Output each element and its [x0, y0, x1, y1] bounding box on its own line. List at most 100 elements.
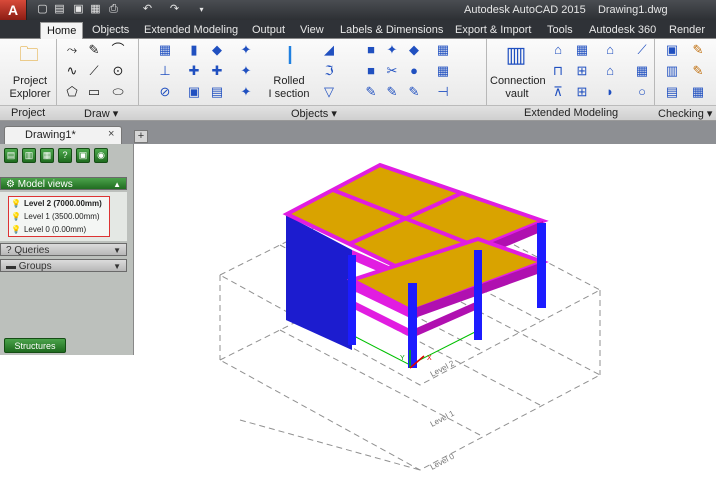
- tab-view[interactable]: View: [300, 22, 324, 39]
- panel-objects-label[interactable]: Objects ▾: [291, 107, 337, 120]
- tab-home[interactable]: Home: [40, 22, 84, 39]
- structures-tab[interactable]: Structures: [4, 338, 66, 353]
- channel-icon[interactable]: ℑ: [321, 63, 337, 79]
- bend-icon[interactable]: ◆: [406, 42, 422, 58]
- check-tools-icon[interactable]: ✎: [690, 42, 706, 58]
- spiral-icon[interactable]: ⟋: [634, 42, 650, 58]
- portal-frame-icon[interactable]: ⊞: [574, 63, 590, 79]
- document-tab[interactable]: Drawing1* ×: [4, 126, 122, 144]
- polyline-icon[interactable]: ⤳: [64, 42, 80, 58]
- new-icon[interactable]: ▢: [36, 3, 49, 16]
- tab-objects[interactable]: Objects: [92, 22, 129, 39]
- connection-vault-icon[interactable]: ▥: [504, 41, 528, 69]
- hatch-icon[interactable]: ✎: [86, 42, 102, 58]
- project-explorer-icon[interactable]: 🗀: [17, 43, 41, 67]
- rolled-i-section-button[interactable]: Rolled I section: [265, 75, 313, 101]
- tab-export-import[interactable]: Export & Import: [455, 22, 531, 39]
- level-item-1[interactable]: 💡 Level 1 (3500.00mm): [11, 212, 100, 221]
- truss-icon[interactable]: ▦: [574, 42, 590, 58]
- grating-icon[interactable]: ▦: [435, 42, 451, 58]
- funnel-icon[interactable]: ▽: [321, 84, 337, 100]
- save-icon[interactable]: ▣: [72, 3, 85, 16]
- check-icon[interactable]: ▣: [664, 42, 680, 58]
- redo-icon[interactable]: ↷: [168, 3, 181, 16]
- collision-icon[interactable]: ▥: [664, 63, 680, 79]
- panel-extended-label[interactable]: Extended Modeling: [524, 107, 618, 119]
- house-icon[interactable]: ⌂: [602, 42, 618, 58]
- palette-view-icon[interactable]: ◉: [94, 148, 108, 163]
- panel-draw-label[interactable]: Draw ▾: [84, 107, 118, 120]
- connection-vault-button[interactable]: Connection vault: [490, 75, 546, 101]
- groups-header[interactable]: ▬ Groups ▼: [0, 259, 127, 272]
- undo-icon[interactable]: ↶: [141, 3, 154, 16]
- saveas-icon[interactable]: ▦: [89, 3, 102, 16]
- bolt-icon[interactable]: ✦: [238, 84, 254, 100]
- queries-header[interactable]: ? Queries ▼: [0, 243, 127, 256]
- ellipse-icon[interactable]: ⬭: [110, 84, 126, 100]
- spline-icon[interactable]: ∿: [64, 63, 80, 79]
- palette-new-icon[interactable]: ▤: [4, 148, 18, 163]
- tab-output[interactable]: Output: [252, 22, 285, 39]
- print-icon[interactable]: ⎙: [107, 3, 120, 16]
- plate-icon[interactable]: ✦: [238, 63, 254, 79]
- level-icon[interactable]: ⊥: [157, 63, 173, 79]
- marker-icon[interactable]: ▤: [664, 84, 680, 100]
- polygon-icon[interactable]: ⬠: [64, 84, 80, 100]
- close-icon[interactable]: ×: [108, 128, 114, 140]
- audit-icon[interactable]: ✎: [690, 63, 706, 79]
- line-icon[interactable]: ⟋: [86, 63, 102, 79]
- tab-tools[interactable]: Tools: [547, 22, 573, 39]
- joint-icon[interactable]: ▤: [209, 84, 225, 100]
- tab-autodesk-360[interactable]: Autodesk 360: [589, 22, 656, 39]
- rectangle-icon[interactable]: ▭: [86, 84, 102, 100]
- shorten-icon[interactable]: ✎: [406, 84, 422, 100]
- application-menu-button[interactable]: A: [0, 0, 27, 20]
- ring-icon[interactable]: ○: [634, 84, 650, 100]
- tab-extended-modeling[interactable]: Extended Modeling: [144, 22, 238, 39]
- open-icon[interactable]: ▤: [53, 3, 66, 16]
- column-icon[interactable]: ▮: [186, 42, 202, 58]
- portal-icon[interactable]: ⊓: [550, 63, 566, 79]
- frame-icon[interactable]: ⌂: [550, 42, 566, 58]
- tab-labels-dimensions[interactable]: Labels & Dimensions: [340, 22, 443, 39]
- plate-2-icon[interactable]: ■: [363, 63, 379, 79]
- model-views-header[interactable]: ⚙ Model views ▲: [0, 177, 127, 190]
- drawing-viewport[interactable]: Level 2 Level 1 Level 0 Y X: [135, 144, 716, 477]
- section-icon[interactable]: ▣: [186, 84, 202, 100]
- panel-project-label[interactable]: Project: [11, 107, 45, 119]
- palette-copy-icon[interactable]: ▦: [40, 148, 54, 163]
- dropdown-icon[interactable]: ▾: [195, 3, 208, 16]
- rolled-i-section-icon[interactable]: I: [275, 41, 305, 69]
- hole-icon[interactable]: ●: [406, 63, 422, 79]
- model-check-icon[interactable]: ▦: [690, 84, 706, 100]
- splice-icon[interactable]: ⊣: [435, 84, 451, 100]
- stiffener-icon[interactable]: ✚: [209, 63, 225, 79]
- grid-2-icon[interactable]: ▦: [634, 63, 650, 79]
- new-tab-button[interactable]: +: [134, 130, 148, 143]
- circle-icon[interactable]: ⊙: [110, 63, 126, 79]
- shear-icon[interactable]: ✦: [384, 42, 400, 58]
- panel-checking-label[interactable]: Checking ▾: [658, 107, 712, 120]
- beam-icon[interactable]: ◆: [209, 42, 225, 58]
- grating-2-icon[interactable]: ▦: [435, 63, 451, 79]
- cylinder-icon[interactable]: ◗: [602, 84, 618, 100]
- stair-icon[interactable]: ⊼: [550, 84, 566, 100]
- level-item-0[interactable]: 💡 Level 0 (0.00mm): [11, 225, 86, 234]
- palette-edit-icon[interactable]: ▥: [22, 148, 36, 163]
- palette-help-icon[interactable]: ?: [58, 148, 72, 163]
- purlin-icon[interactable]: ✚: [186, 63, 202, 79]
- arc-icon[interactable]: ⌒: [110, 42, 126, 58]
- cladding-icon[interactable]: ⌂: [602, 63, 618, 79]
- palette-camera-icon[interactable]: ▣: [76, 148, 90, 163]
- contour-icon[interactable]: ✎: [384, 84, 400, 100]
- brace-icon[interactable]: ✦: [238, 42, 254, 58]
- railing-icon[interactable]: ⊞: [574, 84, 590, 100]
- plate-rect-icon[interactable]: ■: [363, 42, 379, 58]
- grid-icon[interactable]: ▦: [157, 42, 173, 58]
- welded-beam-icon[interactable]: ◢: [321, 42, 337, 58]
- project-explorer-button[interactable]: Project Explorer: [8, 75, 52, 101]
- weld-icon[interactable]: ✎: [363, 84, 379, 100]
- level-item-2[interactable]: 💡 Level 2 (7000.00mm): [11, 199, 102, 208]
- tab-render[interactable]: Render: [669, 22, 705, 39]
- cut-icon[interactable]: ✂: [384, 63, 400, 79]
